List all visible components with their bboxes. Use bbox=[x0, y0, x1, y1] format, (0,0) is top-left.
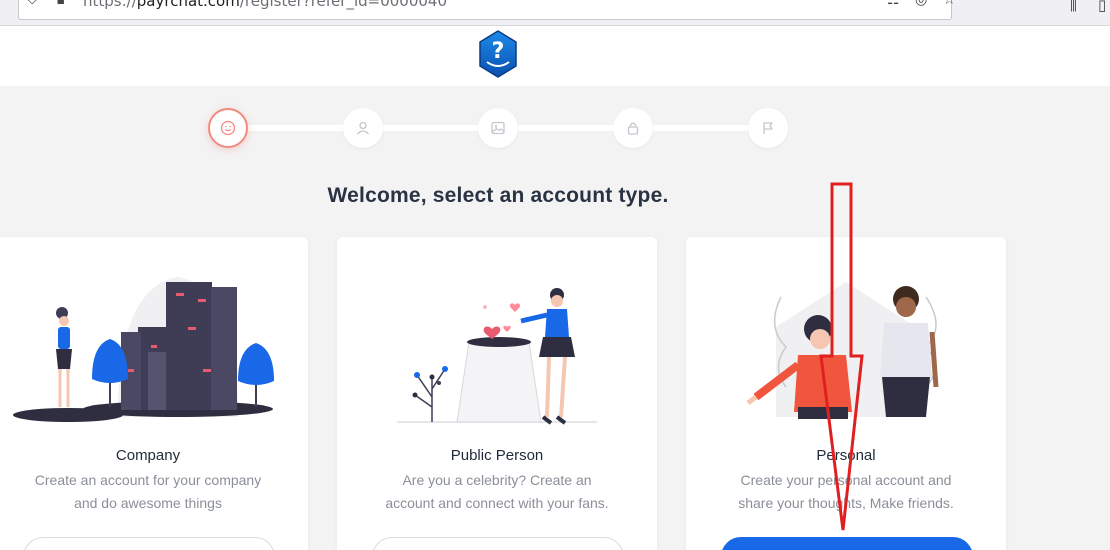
personal-illustration bbox=[746, 282, 939, 419]
account-card-personal[interactable]: Personal Create your personal account an… bbox=[686, 237, 1006, 550]
card-title: Public Person bbox=[450, 447, 544, 464]
card-description: Create your personal account and share y… bbox=[706, 469, 986, 515]
step-photo[interactable] bbox=[478, 108, 518, 148]
library-icon[interactable]: ⫼ bbox=[1070, 0, 1077, 14]
step-security[interactable] bbox=[613, 108, 653, 148]
stepper-connector bbox=[248, 125, 348, 131]
public-person-illustration bbox=[397, 288, 597, 425]
site-logo[interactable]: ? bbox=[472, 28, 524, 80]
smiley-icon bbox=[220, 120, 236, 136]
account-card-company[interactable]: Company Create an account for your compa… bbox=[0, 237, 308, 550]
image-icon bbox=[491, 121, 505, 135]
card-title: Company bbox=[115, 447, 181, 464]
card-description-line: Create your personal account and bbox=[740, 472, 952, 488]
pocket-icon[interactable]: ◎ bbox=[915, 0, 927, 8]
card-description-line: Are you a celebrity? Create an bbox=[402, 472, 592, 488]
address-bar[interactable]: ⛉ 🔒︎ https://payrchat.com/register?refer… bbox=[18, 0, 956, 20]
card-description-line: and do awesome things bbox=[74, 495, 222, 511]
select-personal-button[interactable] bbox=[721, 537, 973, 550]
svg-text:?: ? bbox=[492, 39, 505, 64]
card-description-line: account and connect with your fans. bbox=[385, 495, 609, 511]
lock-icon[interactable]: 🔒︎ bbox=[57, 0, 64, 8]
company-illustration bbox=[13, 277, 274, 422]
card-description-line: share your thoughts, Make friends. bbox=[738, 495, 954, 511]
reader-icon[interactable]: ☷ bbox=[887, 0, 900, 8]
select-public-person-button[interactable] bbox=[372, 537, 624, 550]
card-description-line: Create an account for your company bbox=[34, 472, 262, 488]
step-account-type[interactable] bbox=[208, 108, 248, 148]
lock-icon bbox=[627, 122, 639, 135]
browser-toolbar: ⛉ 🔒︎ https://payrchat.com/register?refer… bbox=[0, 0, 1110, 26]
shield-icon[interactable]: ⛉ bbox=[27, 0, 38, 8]
step-finish[interactable] bbox=[748, 108, 788, 148]
card-description: Create an account for your company and d… bbox=[8, 469, 288, 515]
bookmark-star-icon[interactable]: ☆ bbox=[943, 0, 956, 8]
url-text[interactable]: https://payrchat.com/register?refer_id=0… bbox=[83, 0, 447, 10]
stepper-connector bbox=[518, 125, 618, 131]
card-title: Personal bbox=[816, 447, 876, 464]
account-card-public-person[interactable]: Public Person Are you a celebrity? Creat… bbox=[337, 237, 657, 550]
site-header: ? bbox=[0, 26, 1110, 86]
step-profile[interactable] bbox=[343, 108, 383, 148]
select-company-button[interactable] bbox=[23, 537, 275, 550]
page-title: Welcome, select an account type. bbox=[327, 184, 669, 207]
card-description: Are you a celebrity? Create an account a… bbox=[357, 469, 637, 515]
stepper-connector bbox=[383, 125, 483, 131]
stepper-connector bbox=[653, 125, 753, 131]
sidebar-icon[interactable]: ▯ bbox=[1098, 0, 1106, 14]
user-icon bbox=[357, 121, 369, 135]
flag-icon bbox=[763, 122, 773, 134]
